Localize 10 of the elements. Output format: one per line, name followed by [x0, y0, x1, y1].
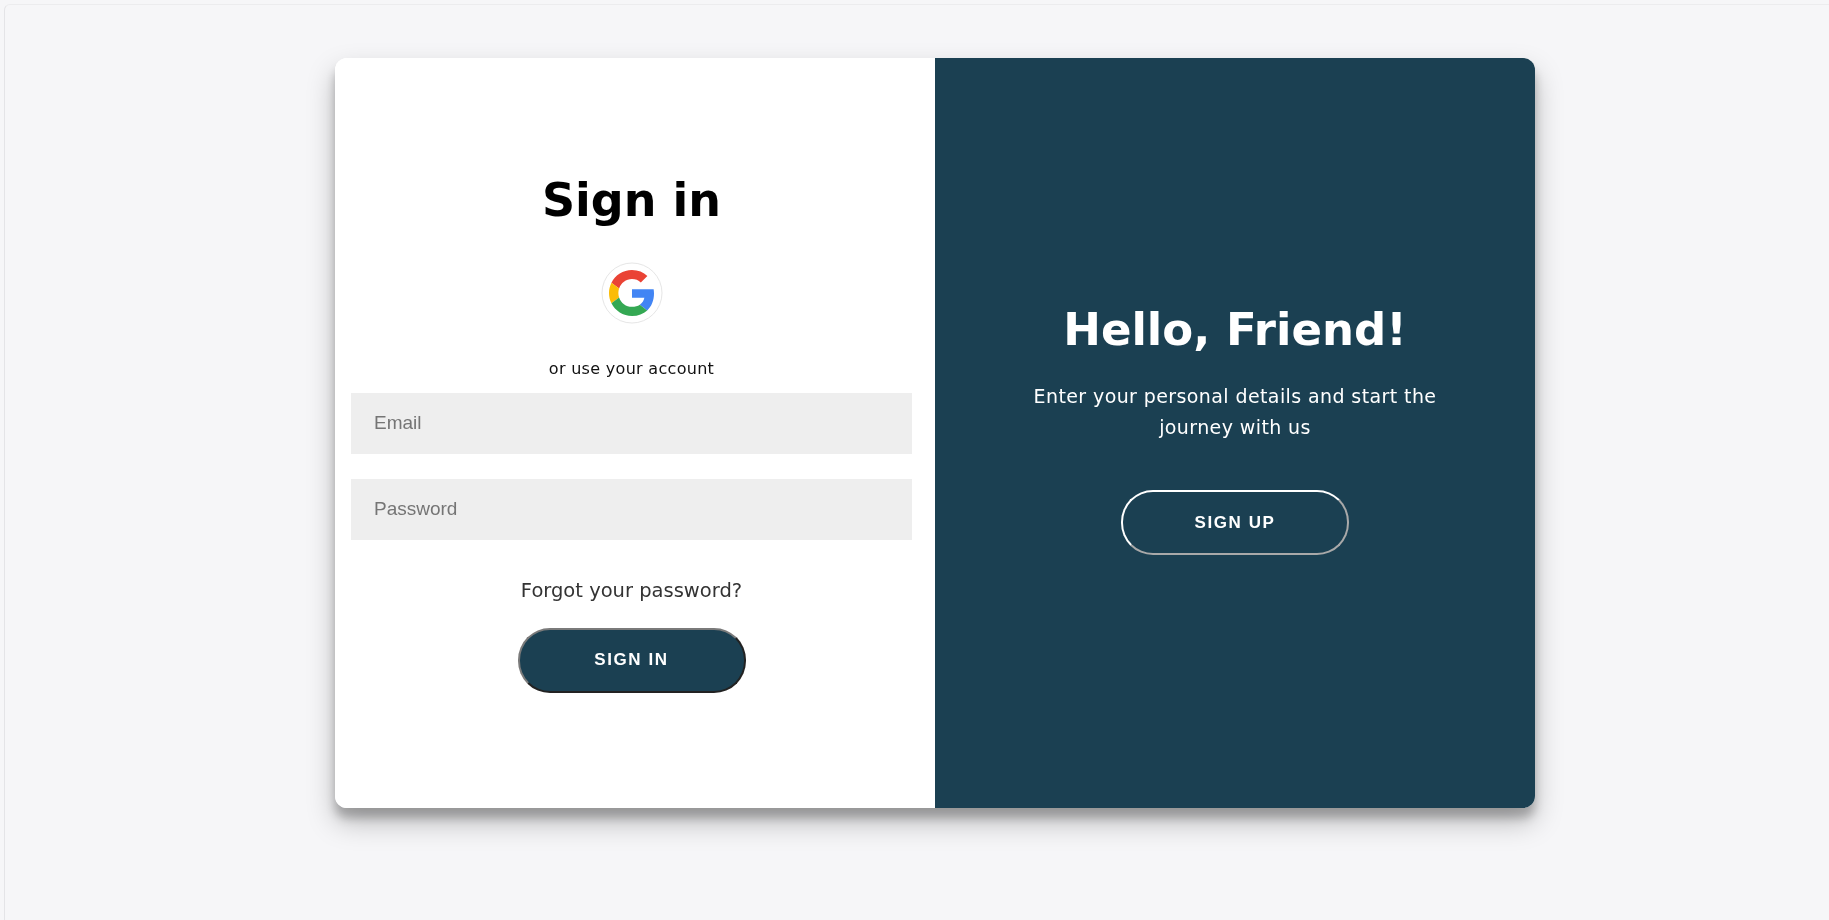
input-field[interactable]: Email — [351, 392, 912, 454]
sign-in-button[interactable]: SIGN IN — [517, 627, 746, 693]
welcome-message: Enter your personal details and start the journey with us — [1032, 384, 1438, 440]
g-logo-icon[interactable] — [600, 261, 663, 324]
sign-up-button[interactable]: SIGN UP — [1121, 490, 1349, 555]
forgot-password-link[interactable]: Forgot your password? — [520, 578, 743, 602]
sign-in-title: Sign in — [541, 173, 722, 229]
input-field[interactable]: Password — [351, 478, 912, 540]
social-caption: or use your account — [548, 358, 715, 378]
welcome-title: Hello, Friend! — [1063, 303, 1407, 357]
